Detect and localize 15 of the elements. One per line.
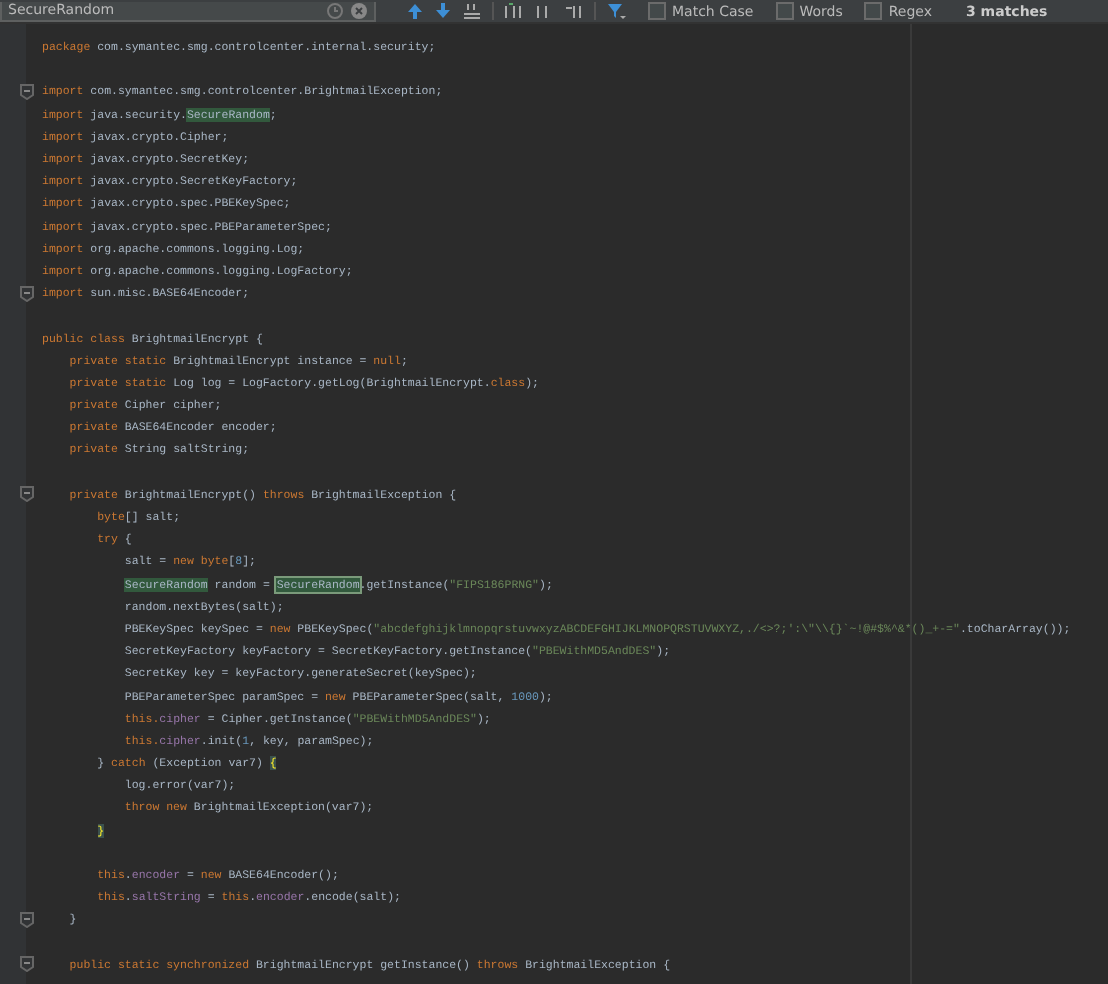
checkbox[interactable]	[864, 2, 883, 20]
arrow-up-icon[interactable]	[406, 2, 424, 20]
add-cursor-icon[interactable]	[504, 2, 524, 20]
toggle-cursor-icon[interactable]	[564, 2, 584, 20]
fold-icon[interactable]	[19, 285, 33, 302]
fold-icon[interactable]	[19, 486, 33, 503]
filter-icon[interactable]	[606, 2, 626, 20]
fold-icon[interactable]	[19, 956, 33, 973]
checkbox[interactable]	[648, 2, 666, 20]
fold-icon[interactable]	[19, 911, 33, 928]
select-all-icon[interactable]	[462, 2, 482, 20]
clear-icon[interactable]	[350, 2, 368, 20]
fold-icon[interactable]	[19, 83, 33, 100]
checkbox[interactable]	[775, 2, 794, 20]
arrow-down-icon[interactable]	[434, 2, 452, 20]
